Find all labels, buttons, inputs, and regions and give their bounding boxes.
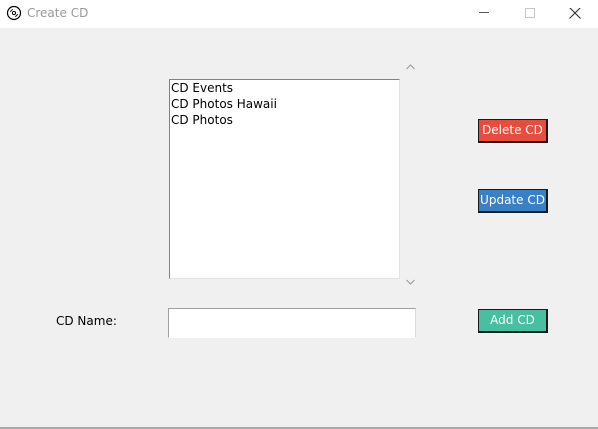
maximize-button[interactable] bbox=[507, 0, 553, 28]
list-item[interactable]: CD Photos Hawaii bbox=[170, 96, 399, 112]
cd-listbox[interactable]: CD Events CD Photos Hawaii CD Photos bbox=[169, 79, 400, 279]
add-cd-button[interactable]: Add CD bbox=[478, 309, 548, 333]
create-cd-window: Create CD CD Events CD Photos Hawaii CD … bbox=[0, 0, 598, 429]
close-button[interactable] bbox=[552, 0, 598, 28]
title-bar[interactable]: Create CD bbox=[0, 0, 598, 28]
delete-cd-button[interactable]: Delete CD bbox=[478, 119, 548, 143]
window-title: Create CD bbox=[27, 6, 89, 20]
cd-name-input[interactable] bbox=[168, 308, 416, 338]
cd-name-label: CD Name: bbox=[56, 314, 117, 328]
scroll-down-button[interactable] bbox=[402, 274, 419, 291]
chevron-up-icon bbox=[406, 64, 415, 70]
cd-icon bbox=[6, 5, 22, 21]
list-item[interactable]: CD Events bbox=[170, 80, 399, 96]
minimize-button[interactable] bbox=[461, 0, 507, 28]
maximize-icon bbox=[525, 8, 535, 18]
vertical-scrollbar[interactable] bbox=[402, 59, 419, 291]
list-item[interactable]: CD Photos bbox=[170, 112, 399, 128]
minimize-icon bbox=[479, 12, 489, 13]
close-icon bbox=[569, 8, 581, 19]
scroll-up-button[interactable] bbox=[402, 59, 419, 76]
update-cd-button[interactable]: Update CD bbox=[478, 189, 548, 213]
chevron-down-icon bbox=[406, 279, 415, 285]
